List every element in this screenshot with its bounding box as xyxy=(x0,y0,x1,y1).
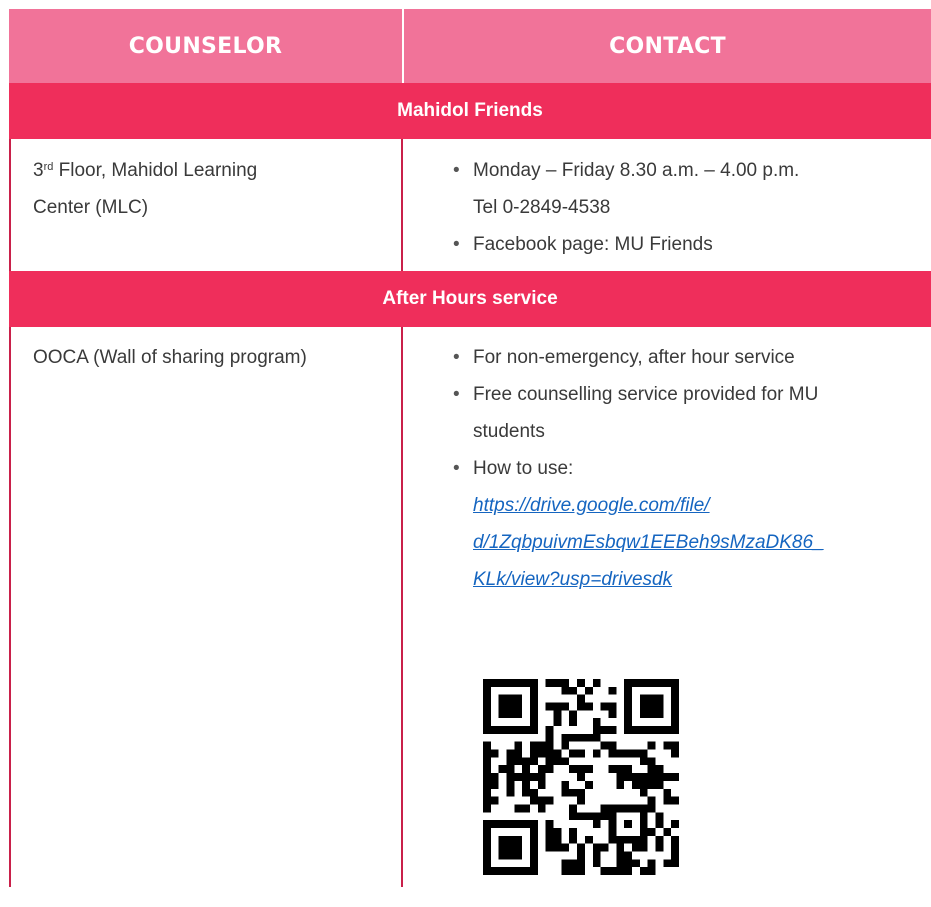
contact-cell: Monday – Friday 8.30 a.m. – 4.00 p.m. Te… xyxy=(403,139,931,271)
section-title-after-hours: After Hours service xyxy=(9,271,931,327)
contact-column-header: CONTACT xyxy=(609,33,726,59)
contact-bullet: Monday – Friday 8.30 a.m. – 4.00 p.m. xyxy=(453,152,931,189)
location-text: Floor, Mahidol Learning xyxy=(53,160,258,181)
location-line: 3rd Floor, Mahidol Learning xyxy=(33,152,401,189)
contact-bullet-cont: students xyxy=(473,421,545,442)
floor-suffix: rd xyxy=(43,161,54,173)
contact-phone: Tel 0-2849-4538 xyxy=(473,197,611,218)
table-header: COUNSELOR CONTACT xyxy=(9,9,931,83)
table-row: OOCA (Wall of sharing program) For non-e… xyxy=(9,327,931,887)
contact-bullet: Free counselling service provided for MU xyxy=(453,376,931,413)
contact-bullet: For non-emergency, after hour service xyxy=(453,339,931,376)
link-line[interactable]: d/1ZqbpuivmEsbqw1EEBeh9sMzaDK86_ xyxy=(473,524,931,561)
how-to-use-link[interactable]: https://drive.google.com/file/ d/1Zqbpui… xyxy=(453,487,931,598)
contact-bullet: Facebook page: MU Friends xyxy=(453,226,931,263)
counselor-contact-table: COUNSELOR CONTACT Mahidol Friends 3rd Fl… xyxy=(9,9,931,887)
link-line[interactable]: https://drive.google.com/file/ xyxy=(473,487,931,524)
floor-number: 3 xyxy=(33,160,44,181)
counselor-column-header: COUNSELOR xyxy=(9,9,404,83)
section-title-mahidol-friends: Mahidol Friends xyxy=(9,83,931,139)
location-line: Center (MLC) xyxy=(33,197,149,218)
qr-code-icon xyxy=(483,679,679,875)
counselor-cell: 3rd Floor, Mahidol Learning Center (MLC) xyxy=(9,139,403,271)
table-row: 3rd Floor, Mahidol Learning Center (MLC)… xyxy=(9,139,931,271)
counselor-cell: OOCA (Wall of sharing program) xyxy=(9,327,403,887)
location-line: OOCA (Wall of sharing program) xyxy=(33,347,307,368)
contact-bullet: How to use: xyxy=(453,450,931,487)
link-line[interactable]: KLk/view?usp=drivesdk xyxy=(473,561,931,598)
